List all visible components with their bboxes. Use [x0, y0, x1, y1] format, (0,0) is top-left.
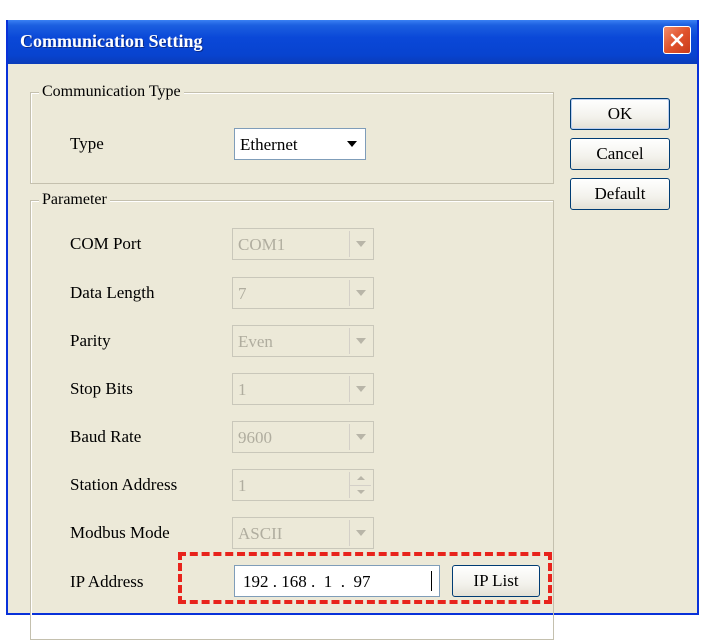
spinner-icon [349, 472, 371, 498]
communication-setting-dialog: Communication Setting Communication Type… [6, 20, 699, 640]
data-length-label: Data Length [70, 283, 155, 302]
chevron-down-icon[interactable] [341, 131, 363, 157]
ip-address-label: IP Address [70, 572, 144, 591]
dialog-client-area: Communication Type Type Ethernet Paramet… [8, 64, 697, 640]
modbus-mode-label: Modbus Mode [70, 523, 170, 542]
default-button[interactable]: Default [570, 178, 670, 210]
station-address-value: 1 [238, 476, 247, 495]
chevron-down-icon [349, 424, 371, 450]
parameter-legend: Parameter [39, 191, 110, 209]
modbus-mode-value: ASCII [238, 524, 283, 543]
chevron-down-icon [349, 328, 371, 354]
stop-bits-label: Stop Bits [70, 379, 133, 398]
highlight-annotation [178, 552, 552, 604]
chevron-down-icon [349, 231, 371, 257]
baud-rate-value: 9600 [238, 428, 272, 447]
modbus-mode-select[interactable]: ASCII [232, 517, 374, 549]
com-port-select[interactable]: COM1 [232, 228, 374, 260]
data-length-select[interactable]: 7 [232, 277, 374, 309]
com-port-label: COM Port [70, 234, 142, 253]
chevron-down-icon [349, 520, 371, 546]
stop-bits-value: 1 [238, 380, 247, 399]
cancel-button[interactable]: Cancel [570, 138, 670, 170]
type-label: Type [70, 134, 104, 153]
parity-select[interactable]: Even [232, 325, 374, 357]
type-select[interactable]: Ethernet [234, 128, 366, 160]
station-address-spinner[interactable]: 1 [232, 469, 374, 501]
chevron-down-icon [349, 280, 371, 306]
data-length-value: 7 [238, 284, 247, 303]
baud-rate-label: Baud Rate [70, 427, 142, 446]
ok-button[interactable]: OK [570, 98, 670, 130]
communication-type-legend: Communication Type [39, 83, 184, 101]
close-icon [670, 33, 684, 47]
window-title: Communication Setting [20, 31, 203, 51]
type-select-value: Ethernet [240, 135, 298, 154]
baud-rate-select[interactable]: 9600 [232, 421, 374, 453]
stop-bits-select[interactable]: 1 [232, 373, 374, 405]
close-button[interactable] [663, 26, 691, 54]
com-port-value: COM1 [238, 235, 286, 254]
title-bar[interactable]: Communication Setting [8, 20, 697, 64]
station-address-label: Station Address [70, 475, 178, 494]
parity-label: Parity [70, 331, 111, 350]
parity-value: Even [238, 332, 273, 351]
chevron-down-icon [349, 376, 371, 402]
